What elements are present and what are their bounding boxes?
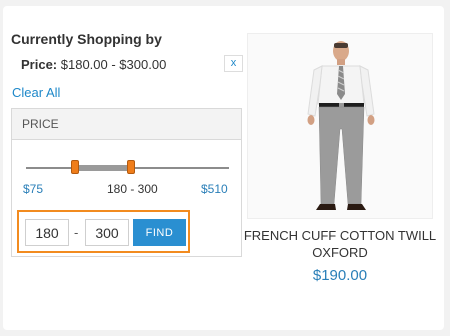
price-slider[interactable] <box>26 160 229 174</box>
price-slider-min-handle[interactable] <box>71 160 79 174</box>
man-in-shirt-icon <box>307 41 375 210</box>
active-filter-label: Price: <box>21 57 58 72</box>
price-slider-max-handle[interactable] <box>127 160 135 174</box>
active-filter-value: $180.00 - $300.00 <box>60 57 167 72</box>
remove-filter-button[interactable]: x <box>224 55 243 72</box>
clear-all-link[interactable]: Clear All <box>12 85 60 100</box>
product-image[interactable] <box>247 33 433 219</box>
price-max-label: $510 <box>201 182 228 196</box>
range-separator: - <box>74 225 79 240</box>
price-range-form: - FIND <box>17 210 190 253</box>
price-filter-heading: PRICE <box>12 109 241 140</box>
currently-shopping-title: Currently Shopping by <box>11 31 162 47</box>
price-current-range: 180 - 300 <box>107 182 158 196</box>
price-to-input[interactable] <box>85 219 129 246</box>
find-button[interactable]: FIND <box>133 219 186 246</box>
price-from-input[interactable] <box>25 219 69 246</box>
active-filter: Price: $180.00 - $300.00 <box>21 57 166 72</box>
product-name[interactable]: FRENCH CUFF COTTON TWILL OXFORD <box>240 227 440 261</box>
price-slider-range <box>75 165 131 171</box>
product-price: $190.00 <box>312 267 368 284</box>
price-min-label: $75 <box>23 182 44 196</box>
price-filter-panel: PRICE $75 180 - 300 $510 - FIND <box>11 108 242 257</box>
